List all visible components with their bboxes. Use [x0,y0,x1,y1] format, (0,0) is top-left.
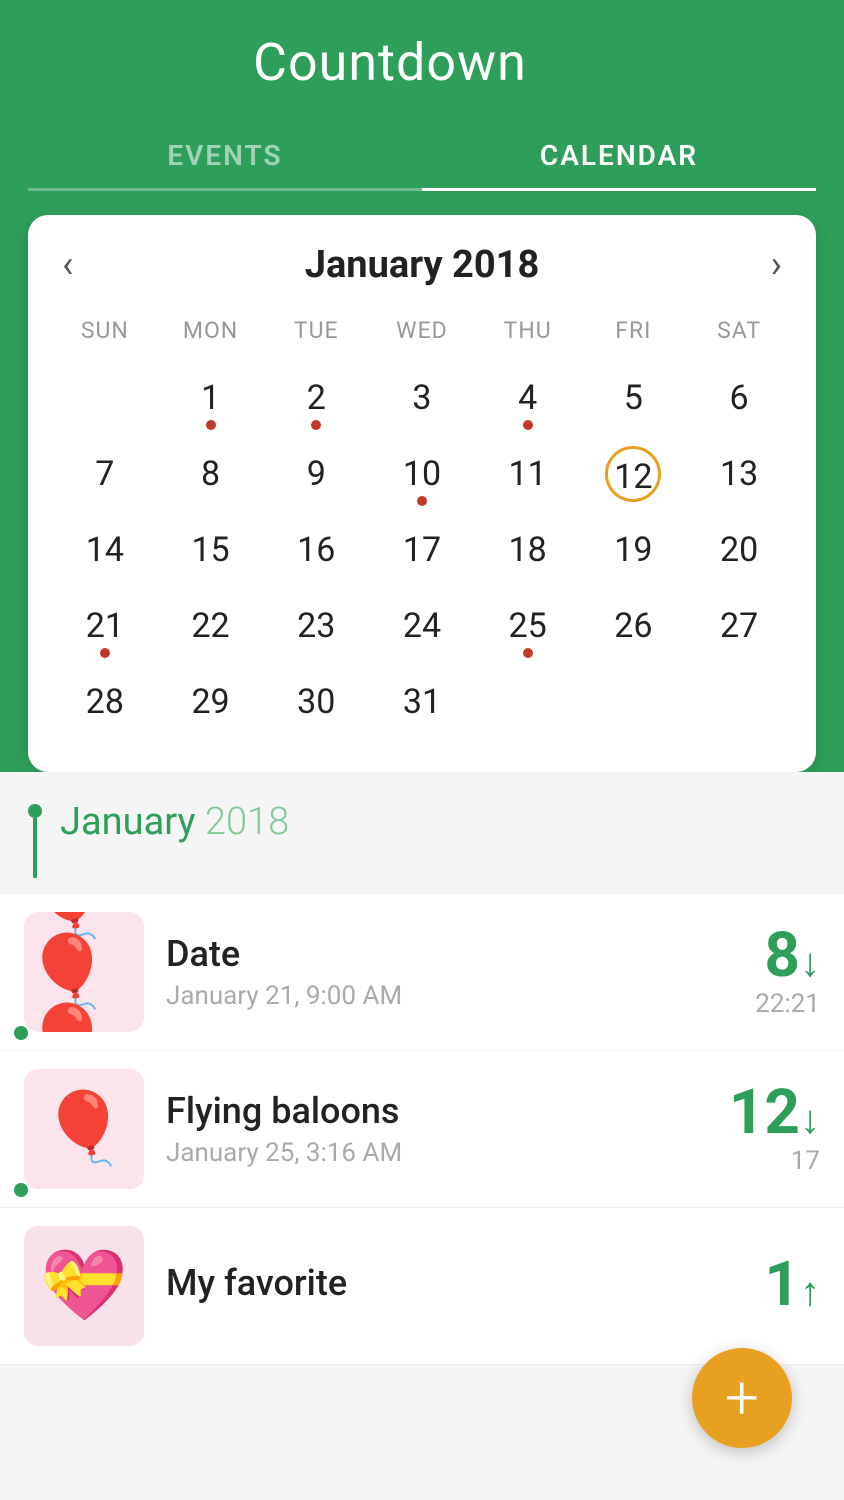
calendar-day[interactable]: 5 [581,360,687,436]
events-section: January 2018 🎈🎈🎈 Date January 21, 9:00 A… [0,772,844,1445]
weekday-sun: SUN [52,311,158,360]
month-label-row: January 2018 [0,772,844,894]
next-month-button[interactable]: › [761,243,792,287]
calendar-day[interactable]: 11 [475,436,581,512]
calendar-day[interactable]: 6 [686,360,792,436]
calendar-day[interactable]: 8 [158,436,264,512]
calendar-day[interactable]: 29 [158,664,264,740]
calendar-day[interactable]: 12 [581,436,687,512]
header-top: Countdown [28,32,816,121]
calendar-day[interactable]: 28 [52,664,158,740]
calendar-day [686,664,792,740]
calendar-day[interactable]: 3 [369,360,475,436]
countdown-number: 12↓ [729,1082,820,1144]
weekday-thu: THU [475,311,581,360]
calendar-week-row: 123456 [52,360,792,436]
weekday-fri: FRI [581,311,687,360]
countdown-time: 22:21 [755,989,820,1019]
calendar-month-title: January 2018 [305,243,540,287]
event-countdown: 1↑ [764,1254,820,1318]
calendar-day[interactable]: 30 [263,664,369,740]
prev-month-button[interactable]: ‹ [52,243,83,287]
event-info: Flying baloons January 25, 3:16 AM [166,1090,717,1168]
weekday-wed: WED [369,311,475,360]
calendar-day[interactable]: 17 [369,512,475,588]
weekday-tue: TUE [263,311,369,360]
event-info: My favorite [166,1262,752,1310]
event-countdown: 12↓ 17 [729,1082,820,1176]
event-title: Flying baloons [166,1090,717,1132]
tab-calendar[interactable]: CALENDAR [422,121,816,191]
event-emoji: 🎈🎈🎈 [24,912,144,1032]
calendar-day [475,664,581,740]
event-thumbnail: 💝 [24,1226,144,1346]
event-item[interactable]: 💝 My favorite 1↑ [0,1208,844,1365]
event-item[interactable]: 🎈 Flying baloons January 25, 3:16 AM 12↓… [0,1051,844,1208]
calendar-day[interactable]: 31 [369,664,475,740]
calendar-day[interactable]: 10 [369,436,475,512]
tab-events[interactable]: EVENTS [28,121,422,191]
tab-bar: EVENTS CALENDAR [28,121,816,191]
calendar-day[interactable]: 20 [686,512,792,588]
calendar-day[interactable]: 7 [52,436,158,512]
calendar-day[interactable]: 21 [52,588,158,664]
timeline-line [33,818,37,878]
add-event-button[interactable]: + [692,1348,792,1448]
weekday-mon: MON [158,311,264,360]
calendar-day[interactable]: 13 [686,436,792,512]
event-title: My favorite [166,1262,752,1304]
event-thumbnail: 🎈 [24,1069,144,1189]
calendar-grid: SUN MON TUE WED THU FRI SAT 123456789101… [52,311,792,740]
event-date: January 21, 9:00 AM [166,981,743,1011]
event-date: January 25, 3:16 AM [166,1138,717,1168]
event-countdown: 8↓ 22:21 [755,925,820,1019]
calendar-card: ‹ January 2018 › SUN MON TUE WED THU FRI… [28,215,816,772]
event-info: Date January 21, 9:00 AM [166,933,743,1011]
events-month-label: January 2018 [60,800,289,844]
calendar-day[interactable]: 24 [369,588,475,664]
calendar-day [581,664,687,740]
app-title: Countdown [253,32,527,93]
calendar-week-row: 21222324252627 [52,588,792,664]
calendar-week-row: 78910111213 [52,436,792,512]
calendar-day[interactable]: 16 [263,512,369,588]
calendar-body: 1234567891011121314151617181920212223242… [52,360,792,740]
calendar-section: ‹ January 2018 › SUN MON TUE WED THU FRI… [0,191,844,772]
calendar-week-row: 28293031 [52,664,792,740]
event-indicator-dot [14,1183,28,1197]
calendar-day[interactable]: 19 [581,512,687,588]
event-indicator-dot [14,1026,28,1040]
weekday-header-row: SUN MON TUE WED THU FRI SAT [52,311,792,360]
countdown-number: 8↓ [755,925,820,987]
header: Countdown [0,0,844,191]
countdown-number: 1↑ [764,1254,820,1316]
add-icon: + [725,1368,759,1428]
calendar-day[interactable]: 15 [158,512,264,588]
timeline-bar [28,804,42,878]
calendar-day[interactable]: 27 [686,588,792,664]
calendar-day[interactable]: 14 [52,512,158,588]
calendar-day[interactable]: 23 [263,588,369,664]
calendar-day[interactable]: 22 [158,588,264,664]
calendar-week-row: 14151617181920 [52,512,792,588]
event-thumbnail: 🎈🎈🎈 [24,912,144,1032]
calendar-day[interactable]: 26 [581,588,687,664]
event-title: Date [166,933,743,975]
calendar-day[interactable]: 25 [475,588,581,664]
calendar-header: ‹ January 2018 › [52,243,792,287]
calendar-day [52,360,158,436]
calendar-day[interactable]: 1 [158,360,264,436]
calendar-day[interactable]: 18 [475,512,581,588]
weekday-sat: SAT [686,311,792,360]
calendar-day[interactable]: 9 [263,436,369,512]
calendar-day[interactable]: 4 [475,360,581,436]
countdown-time: 17 [729,1146,820,1176]
timeline-top-dot [28,804,42,818]
event-item[interactable]: 🎈🎈🎈 Date January 21, 9:00 AM 8↓ 22:21 [0,894,844,1051]
calendar-day[interactable]: 2 [263,360,369,436]
